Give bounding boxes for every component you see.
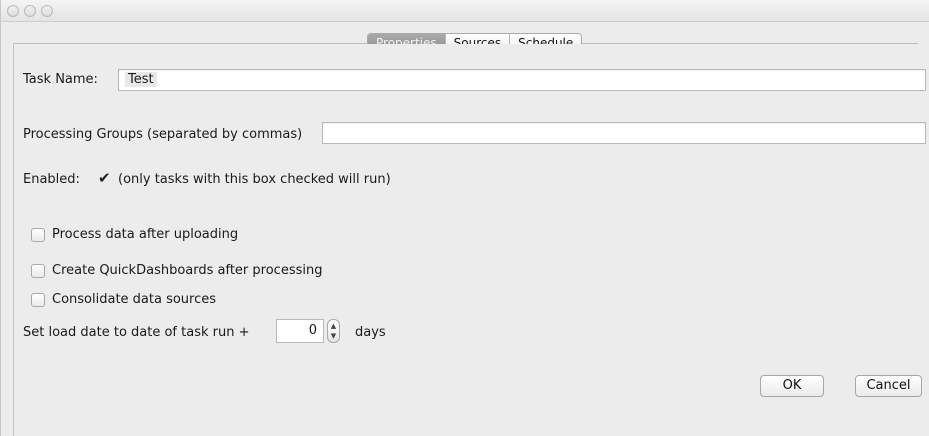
load-date-days-input[interactable]: 0 [276,319,324,343]
task-name-value: Test [125,72,157,87]
processing-groups-input[interactable] [322,122,926,144]
create-quickdashboards-checkbox[interactable] [31,264,45,278]
process-data-checkbox[interactable] [31,228,45,242]
zoom-window-button[interactable] [41,5,53,17]
close-window-button[interactable] [7,5,19,17]
load-date-label: Set load date to date of task run + [23,325,250,340]
enabled-checkbox[interactable]: ✔ [98,169,111,187]
properties-panel: Task Name: Test Processing Groups (separ… [13,44,929,436]
title-bar [1,0,929,22]
cancel-button[interactable]: Cancel [855,375,922,397]
dialog-window: Properties Sources Schedule Task Name: T… [0,0,929,436]
create-quickdashboards-label: Create QuickDashboards after processing [52,263,323,278]
consolidate-sources-checkbox[interactable] [31,293,45,307]
task-name-input[interactable]: Test [118,69,926,91]
process-data-label: Process data after uploading [52,227,239,242]
enabled-label: Enabled: [23,172,80,187]
minimize-window-button[interactable] [24,5,36,17]
days-spinner-arrows[interactable]: ▲ ▼ [327,319,340,343]
task-name-label: Task Name: [23,72,98,87]
consolidate-sources-label: Consolidate data sources [52,292,217,307]
ok-button[interactable]: OK [760,375,824,397]
processing-groups-label: Processing Groups (separated by commas) [23,127,303,142]
days-unit-label: days [355,325,386,340]
enabled-note: (only tasks with this box checked will r… [118,172,391,187]
